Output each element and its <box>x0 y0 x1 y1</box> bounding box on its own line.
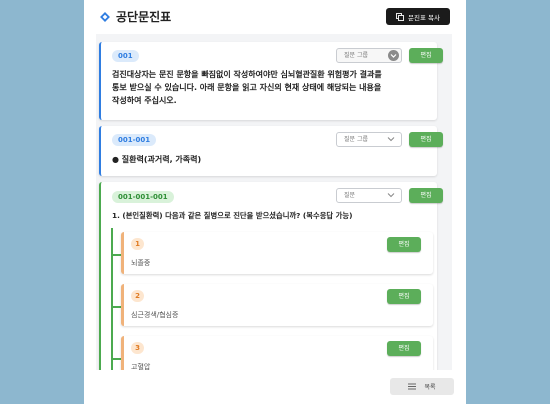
tree-connector <box>111 358 121 360</box>
select-value: 질문 그룹 <box>344 52 368 59</box>
option-text: 심근경색/협심증 <box>131 311 179 319</box>
answer-option[interactable]: 1 편집 뇌졸중 <box>121 232 433 274</box>
option-number: 3 <box>131 342 144 354</box>
list-button-label: 목록 <box>424 384 436 391</box>
tree-connector <box>111 254 121 256</box>
code-badge: 001-001 <box>112 134 157 146</box>
page-title: 공단문진표 <box>116 10 172 24</box>
list-icon <box>408 383 417 390</box>
code-badge: 001 <box>112 50 139 62</box>
content-area[interactable]: 001 질문 그룹 편집 검진대상자는 문진 문항을 빠짐없이 작성하여야만 심… <box>96 34 452 370</box>
option-text: 고혈압 <box>131 363 151 370</box>
edit-button[interactable]: 편집 <box>387 289 421 304</box>
question-card-001-001[interactable]: 001-001 질문 그룹 편집 ● 질환력(과거력, 가족력) <box>99 126 443 176</box>
select-value: 질문 <box>344 192 356 199</box>
tree-connector <box>111 228 113 370</box>
text-line: 작성하여 주십시오. <box>112 96 177 105</box>
question-text: 1. (본인질환력) 다음과 같은 질병으로 진단을 받으셨습니까? (복수응답… <box>112 211 353 220</box>
chevron-down-icon <box>387 137 395 142</box>
copy-button-label: 문진표 복사 <box>408 13 440 22</box>
answer-option[interactable]: 3 편집 고혈압 <box>121 336 433 370</box>
type-select[interactable]: 질문 그룹 <box>336 132 402 147</box>
select-value: 질문 그룹 <box>344 136 368 143</box>
edit-button[interactable]: 편집 <box>409 48 443 63</box>
type-select[interactable]: 질문 <box>336 188 402 203</box>
chevron-down-icon <box>387 193 395 198</box>
question-text: ● 질환력(과거력, 가족력) <box>112 155 202 164</box>
chevron-down-icon <box>388 50 399 61</box>
option-number: 2 <box>131 290 144 302</box>
copy-icon <box>396 12 404 21</box>
text-line: 검진대상자는 문진 문항을 빠짐없이 작성하여야만 심뇌혈관질환 위험평가 결과… <box>112 70 382 79</box>
edit-button[interactable]: 편집 <box>387 237 421 252</box>
answer-option[interactable]: 2 편집 심근경색/협심증 <box>121 284 433 326</box>
header: 공단문진표 문진표 복사 <box>84 0 466 34</box>
text-line: 통보 받으실 수 있습니다. 아래 문항을 읽고 자신의 현재 상태에 해당되는… <box>112 83 382 92</box>
list-button[interactable]: 목록 <box>390 378 454 395</box>
question-card-001-001-001[interactable]: 001-001-001 질문 편집 1. (본인질환력) 다음과 같은 질병으로… <box>99 182 443 370</box>
copy-questionnaire-button[interactable]: 문진표 복사 <box>386 8 450 25</box>
edit-button[interactable]: 편집 <box>409 132 443 147</box>
diamond-logo-icon <box>100 12 110 22</box>
question-card-001[interactable]: 001 질문 그룹 편집 검진대상자는 문진 문항을 빠짐없이 작성하여야만 심… <box>99 42 443 120</box>
edit-button[interactable]: 편집 <box>409 188 443 203</box>
questionnaire-panel: 공단문진표 문진표 복사 001 질문 그룹 편집 검진대상자는 문진 문항을 … <box>84 0 466 404</box>
type-select[interactable]: 질문 그룹 <box>336 48 402 63</box>
option-number: 1 <box>131 238 144 250</box>
code-badge: 001-001-001 <box>112 191 174 203</box>
tree-connector <box>111 306 121 308</box>
question-text: 검진대상자는 문진 문항을 빠짐없이 작성하여야만 심뇌혈관질환 위험평가 결과… <box>112 68 432 107</box>
option-text: 뇌졸중 <box>131 259 151 267</box>
edit-button[interactable]: 편집 <box>387 341 421 356</box>
